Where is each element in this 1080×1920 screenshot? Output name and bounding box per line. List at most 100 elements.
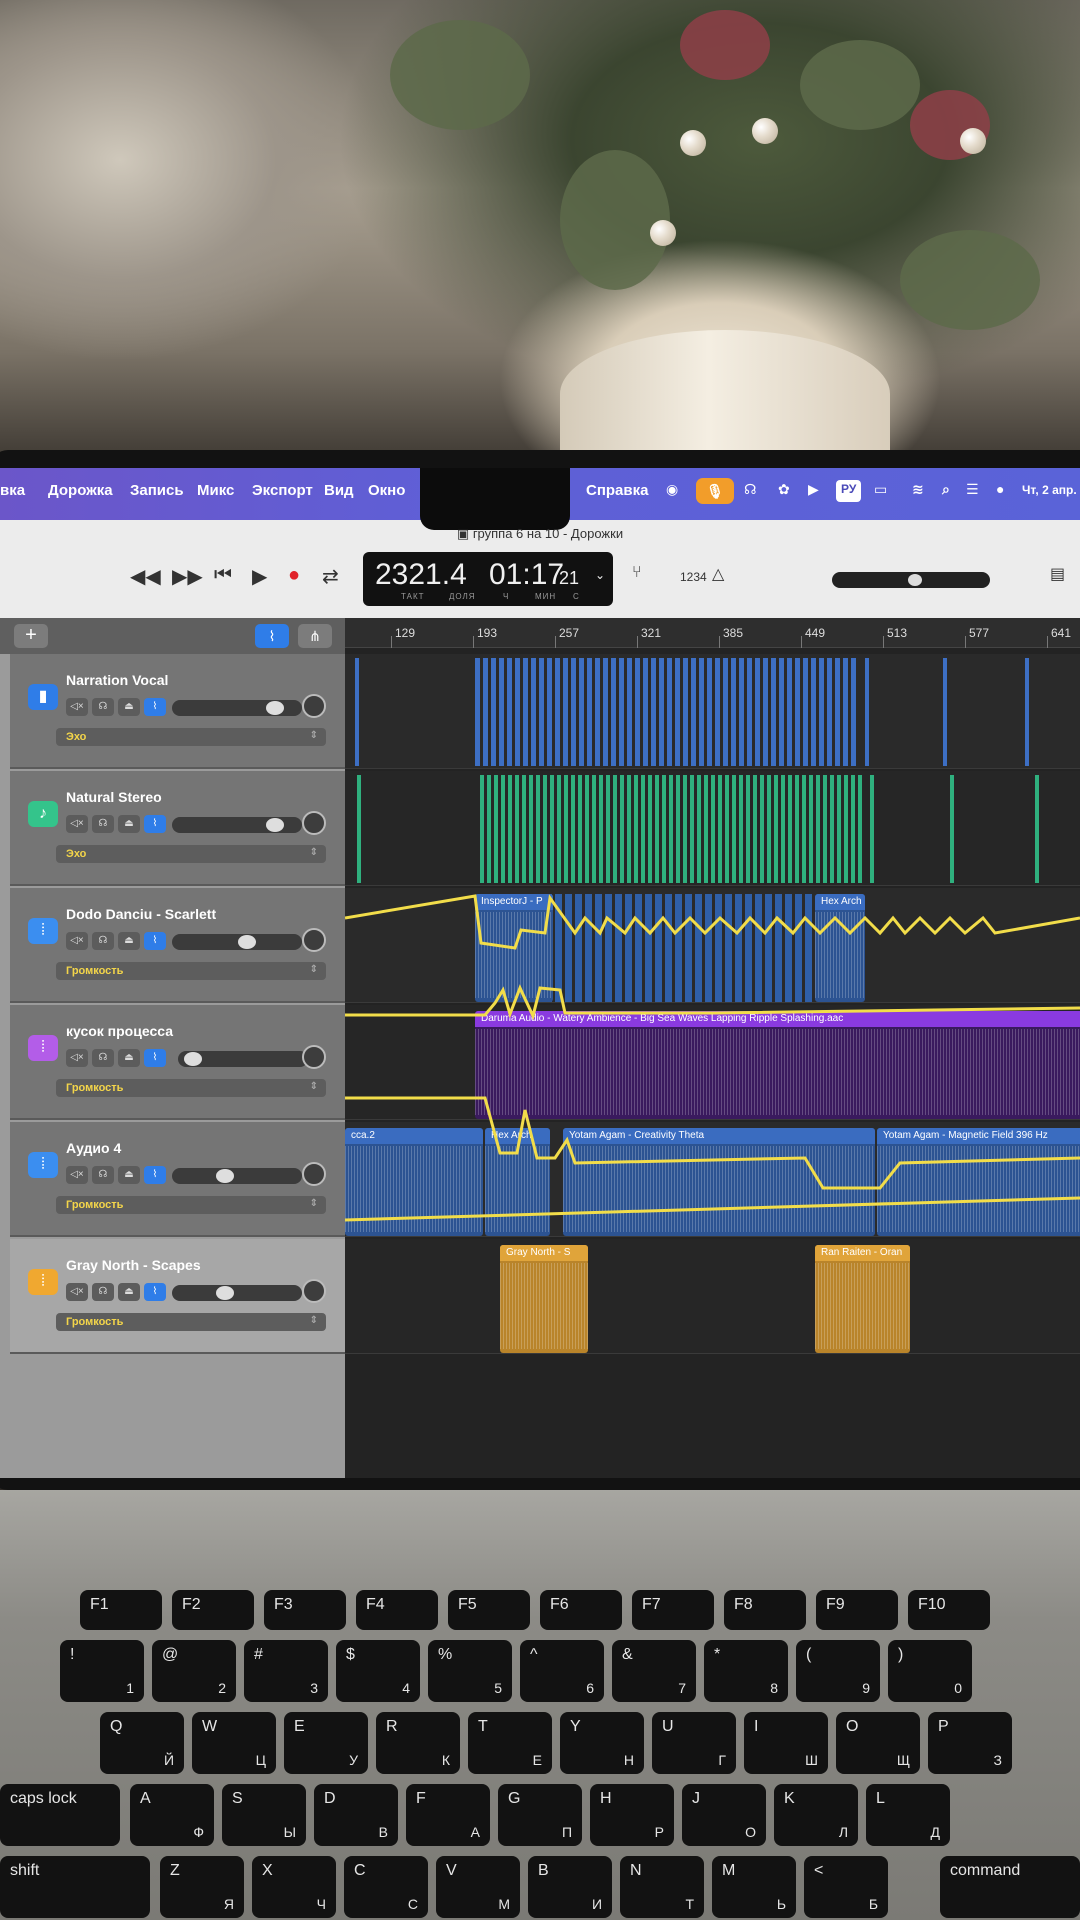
automation-icon[interactable]: ⌇ — [144, 932, 166, 950]
menu-mix[interactable]: Микс — [197, 482, 234, 499]
mute-icon[interactable]: ◁× — [66, 698, 88, 716]
mute-icon[interactable]: ◁× — [66, 1166, 88, 1184]
volume-slider[interactable] — [172, 700, 302, 716]
master-volume-knob[interactable] — [908, 574, 922, 586]
number-key[interactable]: ) 0 — [888, 1640, 972, 1702]
caps-lock-key[interactable]: caps lock — [0, 1784, 120, 1846]
automation-toggle-icon[interactable]: ⌇ — [255, 624, 289, 648]
letter-key[interactable]: SЫ — [222, 1784, 306, 1846]
automation-icon[interactable]: ⌇ — [144, 1049, 166, 1067]
number-key[interactable]: % 5 — [428, 1640, 512, 1702]
automation-parameter-select[interactable]: Громкость ⇕ — [56, 962, 326, 980]
automation-icon[interactable]: ⌇ — [144, 1166, 166, 1184]
notepad-icon[interactable]: ▤ — [1050, 564, 1065, 584]
input-monitor-icon[interactable]: ⏏ — [118, 1049, 140, 1067]
lcd-display[interactable]: 2321.4 01:17 21 ⌄ ТАКТ ДОЛЯ Ч МИН С — [363, 552, 613, 606]
automation-parameter-select[interactable]: Громкость ⇕ — [56, 1196, 326, 1214]
function-key[interactable]: F9 — [816, 1590, 898, 1630]
letter-key[interactable]: VМ — [436, 1856, 520, 1918]
automation-icon[interactable]: ⌇ — [144, 1283, 166, 1301]
menu-window[interactable]: Окно — [368, 482, 405, 499]
play-button[interactable]: ▶ — [252, 564, 267, 589]
number-key[interactable]: (9 — [796, 1640, 880, 1702]
letter-key[interactable]: QЙ — [100, 1712, 184, 1774]
master-volume-slider[interactable] — [832, 572, 990, 588]
track-name[interactable]: кусок процесса — [66, 1023, 173, 1039]
letter-key[interactable]: DВ — [314, 1784, 398, 1846]
letter-key[interactable]: MЬ — [712, 1856, 796, 1918]
solo-headphones-icon[interactable]: ☊ — [92, 815, 114, 833]
letter-key[interactable]: YН — [560, 1712, 644, 1774]
menu-view[interactable]: Вид — [324, 482, 354, 499]
function-key[interactable]: F3 — [264, 1590, 346, 1630]
letter-key[interactable]: PЗ — [928, 1712, 1012, 1774]
track-header[interactable]: ⦙ Аудио 4 ◁× ☊ ⏏ ⌇ Громкость ⇕ — [10, 1122, 370, 1237]
input-monitor-icon[interactable]: ⏏ — [118, 1283, 140, 1301]
number-key[interactable]: ! 1 — [60, 1640, 144, 1702]
number-key[interactable]: #3 — [244, 1640, 328, 1702]
input-monitor-icon[interactable]: ⏏ — [118, 1166, 140, 1184]
input-monitor-icon[interactable]: ⏏ — [118, 698, 140, 716]
cycle-icon[interactable]: ⇄ — [322, 564, 339, 589]
rewind-icon[interactable]: ◀◀ — [130, 564, 161, 589]
automation-parameter-select[interactable]: Громкость ⇕ — [56, 1079, 326, 1097]
number-key[interactable]: ^ 6 — [520, 1640, 604, 1702]
letter-key[interactable]: TЕ — [468, 1712, 552, 1774]
letter-key[interactable]: KЛ — [774, 1784, 858, 1846]
letter-key[interactable]: BИ — [528, 1856, 612, 1918]
track-header[interactable]: ⦙ Dodo Danciu - Scarlett ◁× ☊ ⏏ ⌇ Громко… — [10, 888, 370, 1003]
volume-knob[interactable] — [216, 1169, 234, 1183]
letter-key[interactable]: XЧ — [252, 1856, 336, 1918]
letter-key[interactable]: IШ — [744, 1712, 828, 1774]
wifi-icon[interactable]: ≋ — [912, 481, 924, 498]
automation-icon[interactable]: ⌇ — [144, 698, 166, 716]
shift-key[interactable]: shift — [0, 1856, 150, 1918]
function-key[interactable]: F8 — [724, 1590, 806, 1630]
snap-icon[interactable]: ⋔ — [298, 624, 332, 648]
input-monitor-icon[interactable]: ⏏ — [118, 815, 140, 833]
automation-parameter-select[interactable]: Эхо ⇕ — [56, 728, 326, 746]
track-name[interactable]: Dodo Danciu - Scarlett — [66, 906, 216, 922]
command-key[interactable]: command — [940, 1856, 1080, 1918]
menu-record[interactable]: Запись — [130, 482, 184, 499]
letter-key[interactable]: UГ — [652, 1712, 736, 1774]
volume-knob[interactable] — [238, 935, 256, 949]
battery-icon[interactable]: ▭ — [874, 481, 887, 498]
pan-knob[interactable] — [302, 1162, 326, 1186]
volume-slider[interactable] — [172, 817, 302, 833]
menu-help[interactable]: Справка — [586, 482, 648, 499]
track-header[interactable]: ▮ Narration Vocal ◁× ☊ ⏏ ⌇ Эхо ⇕ — [10, 654, 370, 769]
letter-key[interactable]: AФ — [130, 1784, 214, 1846]
number-key[interactable]: * 8 — [704, 1640, 788, 1702]
letter-key[interactable]: < Б — [804, 1856, 888, 1918]
mute-icon[interactable]: ◁× — [66, 1283, 88, 1301]
menu-clock[interactable]: Чт, 2 апр. — [1022, 483, 1077, 497]
solo-headphones-icon[interactable]: ☊ — [92, 698, 114, 716]
letter-key[interactable]: FА — [406, 1784, 490, 1846]
input-monitor-icon[interactable]: ⏏ — [118, 932, 140, 950]
letter-key[interactable]: LД — [866, 1784, 950, 1846]
tuner-icon[interactable]: ⑂ — [632, 564, 642, 582]
letter-key[interactable]: RК — [376, 1712, 460, 1774]
letter-key[interactable]: ZЯ — [160, 1856, 244, 1918]
volume-slider[interactable] — [172, 1285, 302, 1301]
control-center-icon[interactable]: ☰ — [966, 481, 979, 498]
solo-headphones-icon[interactable]: ☊ — [92, 1049, 114, 1067]
automation-parameter-select[interactable]: Громкость ⇕ — [56, 1313, 326, 1331]
volume-slider[interactable] — [178, 1051, 308, 1067]
letter-key[interactable]: CС — [344, 1856, 428, 1918]
track-name[interactable]: Natural Stereo — [66, 789, 162, 805]
volume-knob[interactable] — [266, 818, 284, 832]
play-icon[interactable]: ▶ — [808, 481, 819, 498]
function-key[interactable]: F6 — [540, 1590, 622, 1630]
track-header[interactable]: ♪ Natural Stereo ◁× ☊ ⏏ ⌇ Эхо ⇕ — [10, 771, 370, 886]
mute-icon[interactable]: ◁× — [66, 932, 88, 950]
pan-knob[interactable] — [302, 1045, 326, 1069]
letter-key[interactable]: WЦ — [192, 1712, 276, 1774]
menu-track[interactable]: Дорожка — [48, 482, 113, 499]
search-icon[interactable]: ⌕ — [942, 481, 950, 498]
mute-icon[interactable]: ◁× — [66, 815, 88, 833]
track-name[interactable]: Narration Vocal — [66, 672, 168, 688]
letter-key[interactable]: HР — [590, 1784, 674, 1846]
letter-key[interactable]: GП — [498, 1784, 582, 1846]
